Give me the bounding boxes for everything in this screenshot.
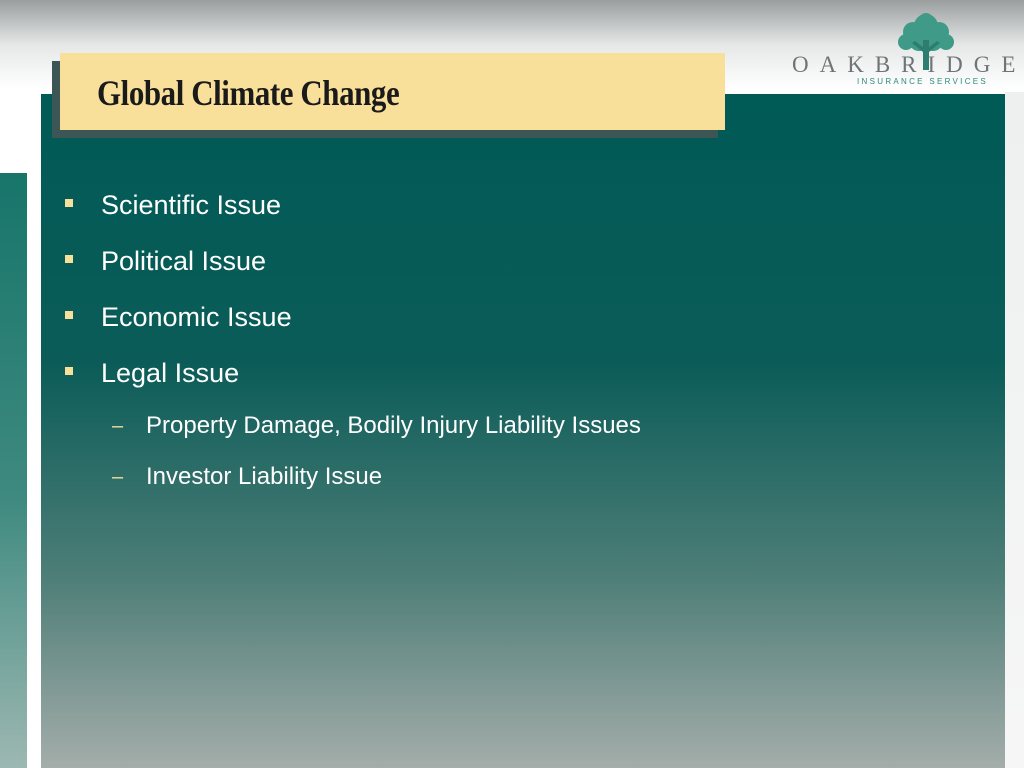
logo-wordmark: OAKBRIDGE — [792, 52, 1024, 77]
company-logo: OAKBRIDGE INSURANCE SERVICES — [792, 12, 1015, 90]
square-bullet-icon — [65, 199, 73, 207]
right-margin-strip — [1005, 92, 1024, 768]
dash-bullet-icon: – — [112, 415, 124, 437]
title-box: Global Climate Change — [60, 53, 725, 130]
square-bullet-icon — [65, 311, 73, 319]
bullet-text: Economic Issue — [101, 302, 292, 332]
dash-bullet-icon: – — [112, 466, 124, 488]
square-bullet-icon — [65, 367, 73, 375]
bullet-text: Political Issue — [101, 246, 267, 276]
logo-tagline: INSURANCE SERVICES — [857, 77, 989, 86]
sub-bullet-text: Property Damage, Bodily Injury Liability… — [146, 412, 641, 439]
bullet-text: Scientific Issue — [101, 190, 282, 220]
slide: Global Climate Change OAKBRIDGE INSURANC… — [0, 0, 1024, 768]
left-accent-strip — [0, 173, 27, 768]
bullet-text: Legal Issue — [101, 358, 240, 388]
slide-title: Global Climate Change — [97, 73, 400, 113]
square-bullet-icon — [65, 255, 73, 263]
sub-bullet-text: Investor Liability Issue — [146, 463, 383, 490]
